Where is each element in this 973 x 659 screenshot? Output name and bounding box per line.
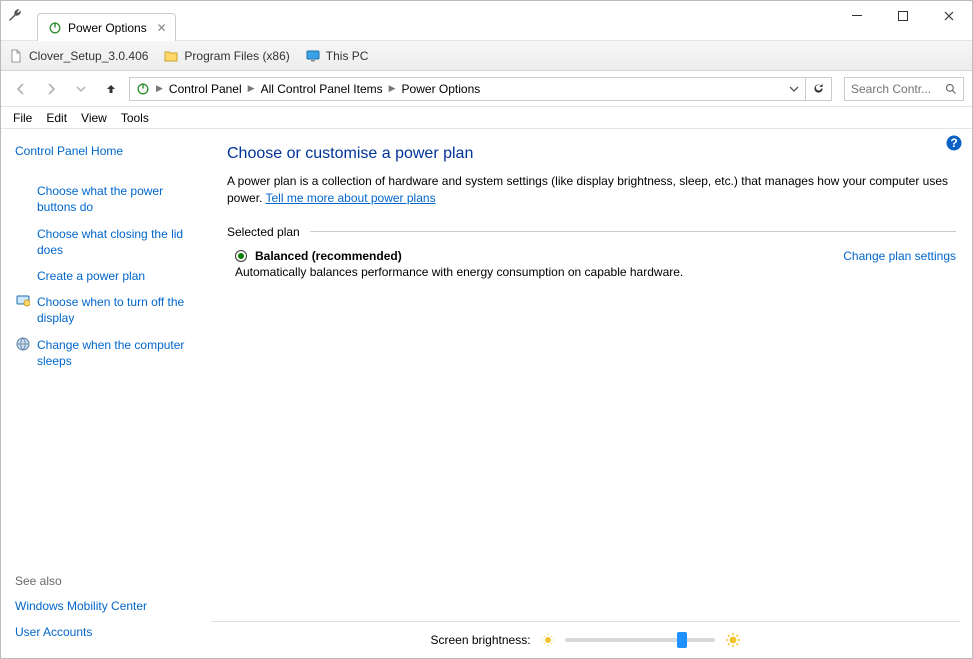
sidebar: Control Panel Home Choose what the power… <box>1 129 211 658</box>
menu-bar: File Edit View Tools <box>1 107 972 129</box>
back-button[interactable] <box>9 77 33 101</box>
file-icon <box>9 49 23 63</box>
wrench-icon <box>7 7 23 23</box>
bookmark-label: Clover_Setup_3.0.406 <box>29 49 148 63</box>
recent-dropdown[interactable] <box>69 77 93 101</box>
plan-description: Automatically balances performance with … <box>227 265 956 279</box>
svg-text:?: ? <box>950 136 957 150</box>
help-icon[interactable]: ? <box>946 135 962 151</box>
breadcrumb-item[interactable]: Control Panel <box>169 82 242 96</box>
bookmark-clover-setup[interactable]: Clover_Setup_3.0.406 <box>9 49 148 63</box>
refresh-button[interactable] <box>806 77 832 101</box>
folder-icon <box>164 49 178 63</box>
breadcrumb-item[interactable]: Power Options <box>402 82 481 96</box>
search-box[interactable] <box>844 77 964 101</box>
main-panel: Choose or customise a power plan A power… <box>211 129 972 658</box>
monitor-off-icon <box>15 294 31 326</box>
see-also-heading: See also <box>15 574 201 588</box>
chevron-right-icon[interactable]: ▶ <box>246 83 257 94</box>
browser-tab[interactable]: Power Options ✕ <box>37 13 176 41</box>
globe-icon <box>15 337 31 369</box>
plan-row: Balanced (recommended) Change plan setti… <box>227 249 956 263</box>
selected-plan-label: Selected plan <box>227 225 300 239</box>
breadcrumb-item[interactable]: All Control Panel Items <box>261 82 383 96</box>
sidebar-item-create-plan[interactable]: Create a power plan <box>15 268 201 284</box>
sidebar-item-display-off[interactable]: Choose when to turn off the display <box>15 294 201 326</box>
bookmark-this-pc[interactable]: This PC <box>306 49 369 63</box>
see-also-mobility-center[interactable]: Windows Mobility Center <box>15 598 201 614</box>
minimize-button[interactable] <box>834 1 880 31</box>
sun-bright-icon <box>725 632 741 648</box>
up-button[interactable] <box>99 77 123 101</box>
bookmarks-bar: Clover_Setup_3.0.406 Program Files (x86)… <box>1 41 972 71</box>
radio-selected-icon[interactable] <box>235 250 247 262</box>
maximize-button[interactable] <box>880 1 926 31</box>
nav-bar: ▶ Control Panel ▶ All Control Panel Item… <box>1 71 972 107</box>
chevron-right-icon[interactable]: ▶ <box>387 83 398 94</box>
close-window-button[interactable] <box>926 1 972 31</box>
content-area: ? Control Panel Home Choose what the pow… <box>1 129 972 658</box>
search-input[interactable] <box>851 82 937 96</box>
power-icon <box>136 82 150 96</box>
chevron-right-icon[interactable]: ▶ <box>154 83 165 94</box>
page-description: A power plan is a collection of hardware… <box>227 173 956 207</box>
search-icon[interactable] <box>945 83 957 95</box>
menu-view[interactable]: View <box>81 111 107 125</box>
address-breadcrumb[interactable]: ▶ Control Panel ▶ All Control Panel Item… <box>129 77 806 101</box>
menu-file[interactable]: File <box>13 111 32 125</box>
page-heading: Choose or customise a power plan <box>227 145 956 163</box>
see-also-user-accounts[interactable]: User Accounts <box>15 624 201 640</box>
brightness-footer: Screen brightness: <box>211 621 960 648</box>
selected-plan-divider: Selected plan <box>227 225 956 239</box>
sun-dim-icon <box>541 633 555 647</box>
menu-tools[interactable]: Tools <box>121 111 149 125</box>
plan-name-label: Balanced (recommended) <box>255 249 402 263</box>
menu-edit[interactable]: Edit <box>46 111 67 125</box>
change-plan-settings-link[interactable]: Change plan settings <box>843 249 956 263</box>
bookmark-program-files[interactable]: Program Files (x86) <box>164 49 289 63</box>
brightness-label: Screen brightness: <box>430 633 530 647</box>
control-panel-home-link[interactable]: Control Panel Home <box>15 143 201 159</box>
brightness-slider[interactable] <box>565 638 715 642</box>
sidebar-item-power-buttons[interactable]: Choose what the power buttons do <box>15 183 201 215</box>
bookmark-label: Program Files (x86) <box>184 49 289 63</box>
forward-button[interactable] <box>39 77 63 101</box>
monitor-icon <box>306 49 320 63</box>
sidebar-item-sleep[interactable]: Change when the computer sleeps <box>15 337 201 369</box>
titlebar: Power Options ✕ <box>1 1 972 41</box>
chevron-down-icon[interactable] <box>789 84 799 94</box>
learn-more-link[interactable]: Tell me more about power plans <box>265 191 435 205</box>
close-tab-icon[interactable]: ✕ <box>157 21 167 35</box>
slider-thumb-icon[interactable] <box>677 632 687 648</box>
tab-title: Power Options <box>68 21 147 35</box>
window-controls <box>834 1 972 31</box>
sidebar-item-closing-lid[interactable]: Choose what closing the lid does <box>15 226 201 258</box>
bookmark-label: This PC <box>326 49 369 63</box>
plan-option[interactable]: Balanced (recommended) <box>235 249 402 263</box>
power-icon <box>48 21 62 35</box>
